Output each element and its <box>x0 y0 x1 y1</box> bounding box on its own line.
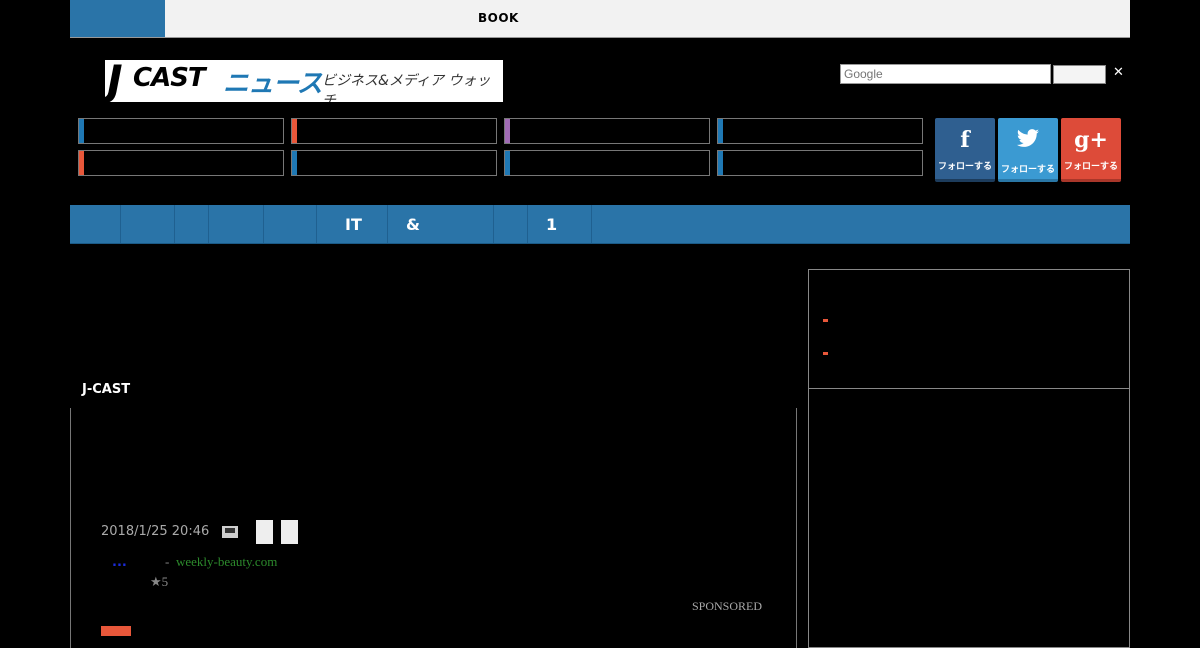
google-plus-follow-button[interactable]: g+ フォローする <box>1061 118 1121 182</box>
ad-title-ellipsis[interactable]: ... <box>112 555 127 570</box>
sidebar-bullet-icon <box>823 319 828 322</box>
nav-divider <box>120 205 121 243</box>
sidebar-top-box <box>808 269 1130 389</box>
category-color-bar <box>505 151 510 175</box>
nav-divider <box>263 205 264 243</box>
ad-source-separator: - <box>165 554 170 569</box>
google-plus-follow-label: フォローする <box>1063 162 1118 172</box>
category-box-6[interactable] <box>291 150 497 176</box>
nav-divider <box>527 205 528 243</box>
print-icon[interactable] <box>222 526 238 538</box>
nav-divider <box>493 205 494 243</box>
nav-divider <box>591 205 592 243</box>
logo-j-mark: J <box>107 60 123 102</box>
top-bar-book-link[interactable]: BOOK <box>478 11 519 25</box>
ad-rating: ★5 <box>150 574 169 589</box>
close-icon[interactable]: ✕ <box>1113 65 1124 80</box>
nav-item-it[interactable]: IT <box>345 215 362 234</box>
category-box-5[interactable] <box>78 150 284 176</box>
category-box-4[interactable] <box>717 118 923 144</box>
twitter-icon <box>998 128 1058 155</box>
category-box-3[interactable] <box>504 118 710 144</box>
pr-badge <box>101 626 131 636</box>
logo-cast-text: CAST <box>133 63 206 93</box>
category-box-2[interactable] <box>291 118 497 144</box>
twitter-follow-label: フォローする <box>1000 165 1055 175</box>
twitter-follow-button[interactable]: フォローする <box>998 118 1058 182</box>
main-nav: IT & 1 <box>70 205 1130 244</box>
site-logo[interactable]: J CAST ニュース ビジネス&メディア ウォッチ <box>105 60 503 102</box>
share-button-2[interactable] <box>281 520 298 544</box>
facebook-follow-button[interactable]: f フォローする <box>935 118 995 182</box>
logo-tagline: ビジネス&メディア ウォッチ <box>322 73 491 102</box>
category-color-bar <box>718 151 723 175</box>
sidebar-bullet-icon <box>823 352 828 355</box>
facebook-icon: f <box>960 127 970 153</box>
category-color-bar <box>79 151 84 175</box>
category-color-bar <box>505 119 510 143</box>
category-color-bar <box>292 119 297 143</box>
category-color-bar <box>718 119 723 143</box>
share-button-1[interactable] <box>256 520 273 544</box>
category-box-8[interactable] <box>717 150 923 176</box>
facebook-follow-label: フォローする <box>937 162 992 172</box>
logo-news-text: ニュース <box>223 69 323 99</box>
nav-divider <box>208 205 209 243</box>
sponsored-label: SPONSORED <box>692 599 763 613</box>
top-bar: BOOK <box>70 0 1130 38</box>
google-plus-icon: g+ <box>1074 127 1108 153</box>
nav-divider <box>174 205 175 243</box>
nav-item-1[interactable]: 1 <box>546 215 557 234</box>
search-button[interactable] <box>1053 65 1106 84</box>
ad-source-link[interactable]: weekly-beauty.com <box>176 554 277 570</box>
article-date: 2018/1/25 20:46 <box>101 524 210 539</box>
nav-divider <box>387 205 388 243</box>
nav-divider <box>316 205 317 243</box>
top-bar-home-tab[interactable] <box>70 0 165 37</box>
sidebar-bottom-box <box>808 388 1130 648</box>
category-box-7[interactable] <box>504 150 710 176</box>
category-color-bar <box>79 119 84 143</box>
search-input[interactable] <box>840 64 1051 84</box>
category-box-1[interactable] <box>78 118 284 144</box>
category-color-bar <box>292 151 297 175</box>
section-label: J-CAST <box>82 382 131 397</box>
nav-item-and[interactable]: & <box>406 215 420 234</box>
